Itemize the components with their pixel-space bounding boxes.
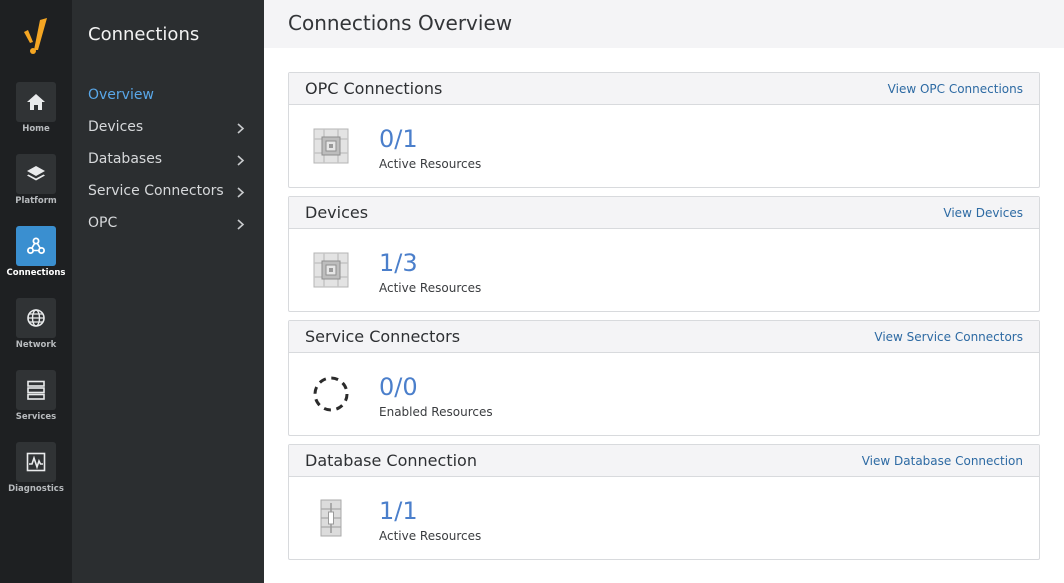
count-caption: Active Resources	[379, 281, 482, 295]
pulse-icon	[26, 452, 46, 472]
rail-item-diagnostics[interactable]: Diagnostics	[0, 442, 72, 506]
subnav-item-devices[interactable]: Devices	[72, 115, 264, 141]
server-stack-icon	[27, 380, 45, 400]
rail-label-platform: Platform	[15, 196, 57, 206]
rail-item-network[interactable]: Network	[0, 298, 72, 362]
card-title: Service Connectors	[305, 327, 461, 346]
rail-label-home: Home	[22, 124, 50, 134]
layers-icon	[27, 166, 45, 181]
subnav-label: Devices	[88, 119, 144, 135]
rail-label-network: Network	[15, 340, 57, 350]
subnav-item-service-connectors[interactable]: Service Connectors	[72, 179, 264, 205]
chip-icon	[313, 252, 349, 288]
card-service-connectors: Service Connectors View Service Connecto…	[288, 320, 1040, 436]
card-header: Database Connection View Database Connec…	[289, 445, 1039, 477]
page-title: Connections Overview	[288, 11, 513, 35]
count-caption: Active Resources	[379, 529, 482, 543]
subnav-item-overview[interactable]: Overview	[72, 83, 264, 109]
rail-item-services[interactable]: Services	[0, 370, 72, 434]
chevron-right-icon	[237, 187, 245, 198]
view-database-connection-link[interactable]: View Database Connection	[862, 454, 1023, 468]
active-count: 1/1	[379, 497, 418, 525]
subnav-label: Databases	[88, 151, 163, 167]
chevron-right-icon	[237, 155, 245, 166]
view-service-connectors-link[interactable]: View Service Connectors	[874, 330, 1023, 344]
card-header: OPC Connections View OPC Connections	[289, 73, 1039, 105]
connections-subnav: Connections Overview Devices Databases S…	[72, 0, 264, 583]
subnav-label: Service Connectors	[88, 183, 224, 199]
subnav-item-databases[interactable]: Databases	[72, 147, 264, 173]
count-caption: Enabled Resources	[379, 405, 493, 419]
rail-item-platform[interactable]: Platform	[0, 154, 72, 218]
card-database-connection: Database Connection View Database Connec…	[288, 444, 1040, 560]
home-icon	[27, 94, 45, 110]
chip-icon	[313, 128, 349, 164]
subnav-label: Overview	[88, 87, 154, 103]
subnav-item-opc[interactable]: OPC	[72, 211, 264, 237]
rail-item-connections[interactable]: Connections	[0, 226, 72, 290]
main-content: Connections Overview OPC Connections Vie…	[264, 0, 1064, 583]
card-devices: Devices View Devices 1/3 Active Resource…	[288, 196, 1040, 312]
active-count: 0/1	[379, 125, 418, 153]
enabled-count: 0/0	[379, 373, 418, 401]
connections-icon	[27, 237, 45, 254]
count-caption: Active Resources	[379, 157, 482, 171]
card-header: Service Connectors View Service Connecto…	[289, 321, 1039, 353]
card-title: OPC Connections	[305, 79, 443, 98]
subnav-title: Connections	[88, 24, 200, 45]
dashed-circle-icon	[313, 376, 349, 412]
rail-label-services: Services	[15, 412, 57, 422]
chevron-right-icon	[237, 123, 245, 134]
view-opc-connections-link[interactable]: View OPC Connections	[888, 82, 1023, 96]
rail-item-home[interactable]: Home	[0, 82, 72, 146]
card-title: Database Connection	[305, 451, 477, 470]
card-header: Devices View Devices	[289, 197, 1039, 229]
card-title: Devices	[305, 203, 369, 222]
active-count: 1/3	[379, 249, 418, 277]
icon-rail: Home Platform Connections Network Servic…	[0, 0, 72, 583]
card-opc-connections: OPC Connections View OPC Connections 0/1…	[288, 72, 1040, 188]
rail-label-connections: Connections	[6, 268, 66, 278]
chevron-right-icon	[237, 219, 245, 230]
subnav-label: OPC	[88, 215, 118, 231]
brand-logo-icon[interactable]	[16, 14, 56, 58]
database-icon	[320, 499, 342, 537]
view-devices-link[interactable]: View Devices	[943, 206, 1023, 220]
globe-icon	[27, 309, 45, 327]
page-header: Connections Overview	[264, 0, 1064, 48]
rail-label-diagnostics: Diagnostics	[8, 484, 64, 494]
